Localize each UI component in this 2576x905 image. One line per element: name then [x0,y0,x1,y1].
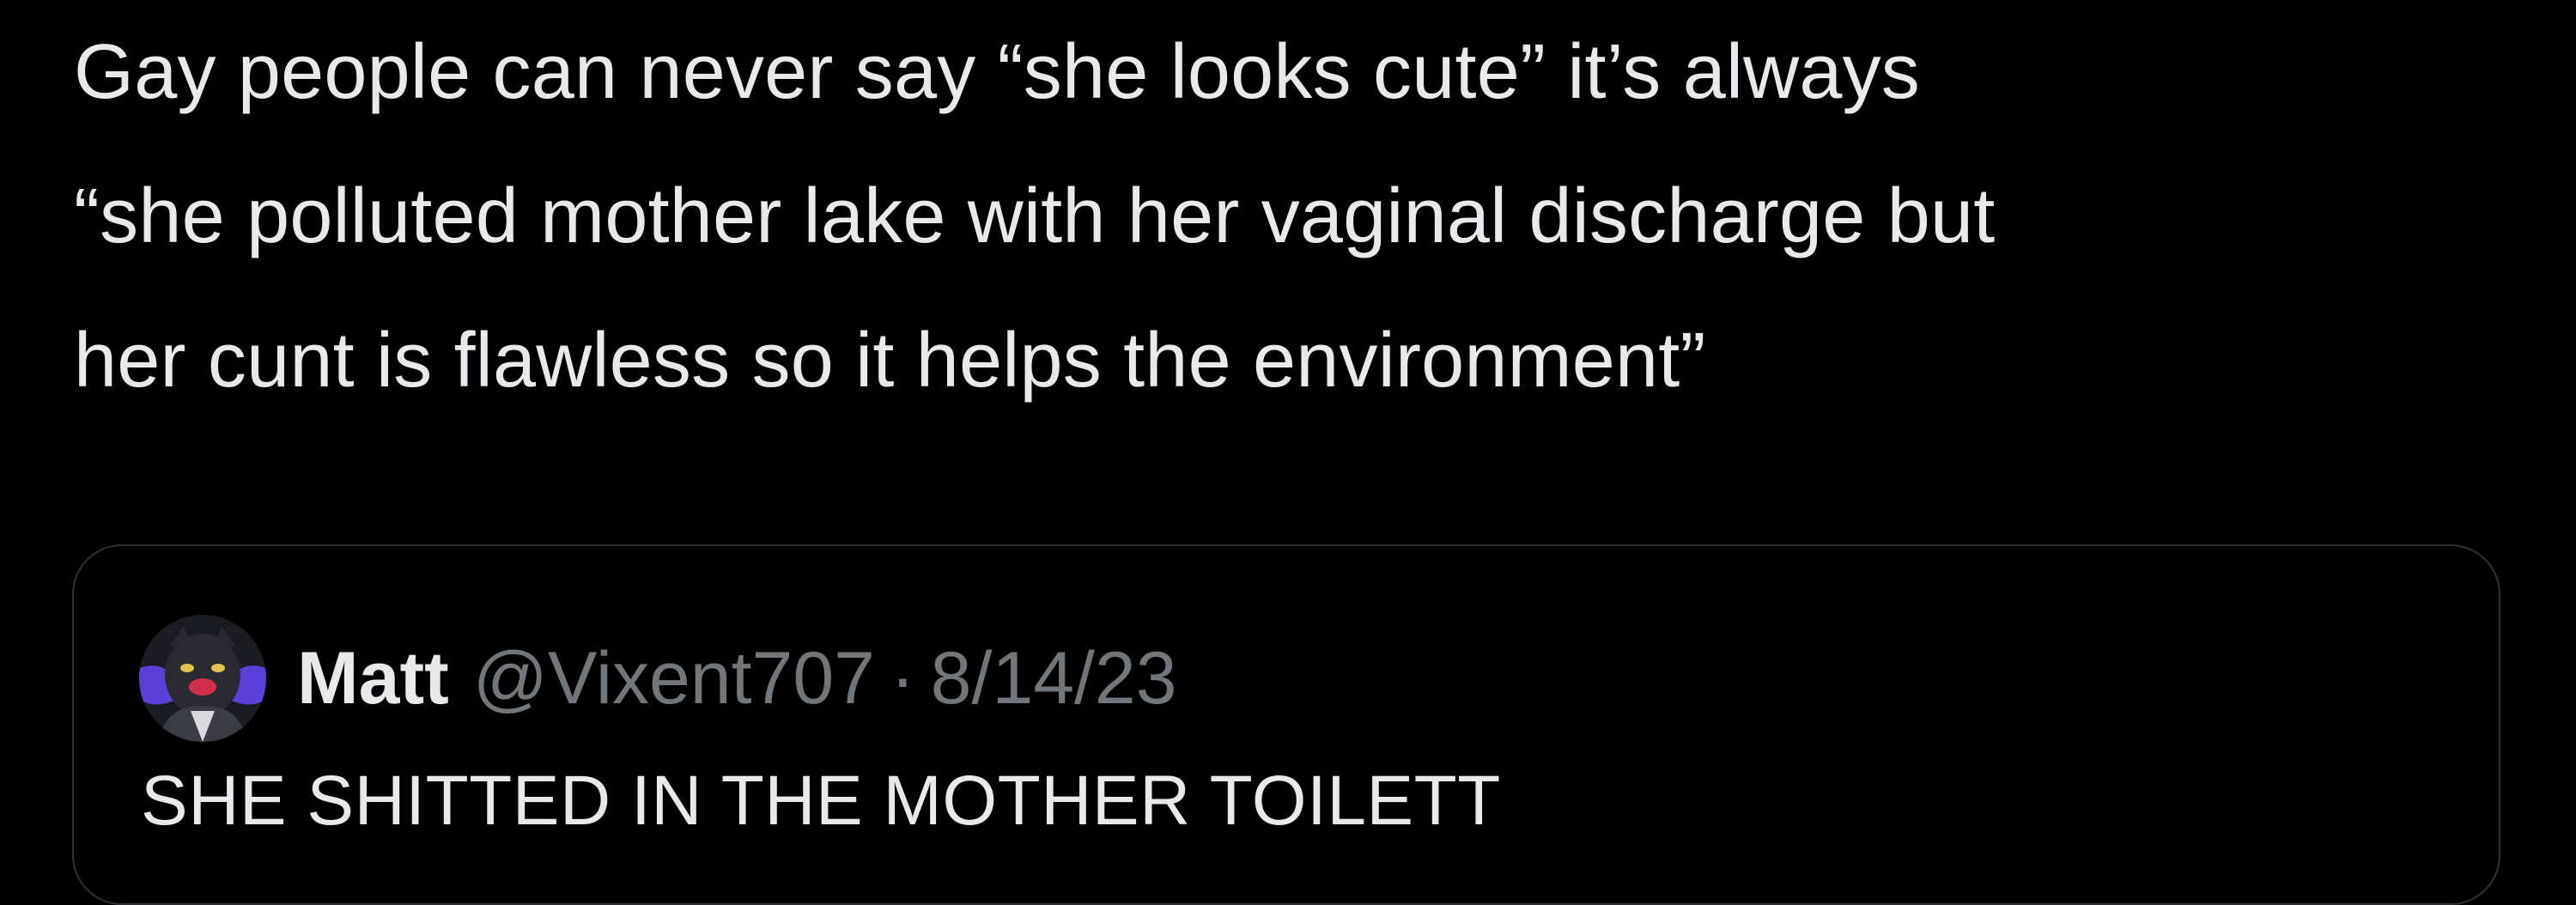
tweet-text-line-3: her cunt is flawless so it helps the env… [74,318,1706,404]
tweet-text: Gay people can never say “she looks cute… [74,0,2530,433]
quoted-tweet-text: SHE SHITTED IN THE MOTHER TOILETT [141,762,1501,840]
author-name[interactable]: Matt [297,636,449,721]
avatar[interactable] [139,615,266,742]
post-date[interactable]: 8/14/23 [931,636,1177,721]
author-handle[interactable]: @Vixent707 [473,636,875,721]
tweet-text-line-1: Gay people can never say “she looks cute… [74,29,1920,115]
quoted-tweet-header: Matt @Vixent707 · 8/14/23 [139,615,1177,742]
quoted-tweet-card[interactable]: Matt @Vixent707 · 8/14/23 SHE SHITTED IN… [72,544,2500,905]
header-separator: · [890,636,915,720]
tweet-text-line-2: “she polluted mother lake with her vagin… [74,173,1996,259]
avatar-image [139,615,266,742]
